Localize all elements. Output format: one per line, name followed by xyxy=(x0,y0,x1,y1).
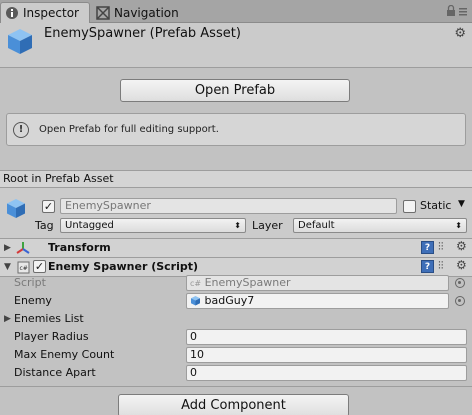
max-enemy-count-label: Max Enemy Count xyxy=(14,348,115,361)
help-book-icon[interactable]: ? xyxy=(421,260,434,273)
script-label: Script xyxy=(14,276,46,289)
max-enemy-count-field[interactable]: 10 xyxy=(186,347,467,363)
info-icon: ! xyxy=(13,121,29,138)
enemy-value: badGuy7 xyxy=(204,294,255,307)
layer-value: Default xyxy=(298,220,335,231)
static-checkbox[interactable] xyxy=(403,200,416,213)
chevron-down-icon: ⬍ xyxy=(455,221,462,230)
preset-sliders-icon[interactable]: ⫶⫶ xyxy=(438,259,444,273)
tag-dropdown[interactable]: Untagged ⬍ xyxy=(60,218,246,233)
enemy-field[interactable]: badGuy7 xyxy=(186,293,449,309)
help-book-icon[interactable]: ? xyxy=(421,241,434,254)
root-label: Root in Prefab Asset xyxy=(0,170,472,188)
gameobject-cube-icon xyxy=(5,197,27,219)
tab-navigation-label: Navigation xyxy=(114,5,179,20)
gameobject-name-field[interactable]: EnemySpawner xyxy=(60,198,397,214)
tab-inspector-label: Inspector xyxy=(23,6,79,20)
player-radius-field[interactable]: 0 xyxy=(186,329,467,345)
object-picker-icon[interactable] xyxy=(455,296,465,306)
player-radius-label: Player Radius xyxy=(14,330,89,343)
add-component-button[interactable]: Add Component xyxy=(118,394,349,415)
script-value: EnemySpawner xyxy=(204,276,291,289)
script-field: c# EnemySpawner xyxy=(186,275,449,291)
help-box: ! Open Prefab for full editing support. xyxy=(6,113,466,146)
object-picker-icon[interactable] xyxy=(455,278,465,288)
transform-title: Transform xyxy=(48,241,111,254)
foldout-collapsed-icon[interactable]: ▶ xyxy=(4,314,11,324)
static-dropdown-arrow-icon[interactable]: ▼ xyxy=(458,199,465,209)
active-checkbox[interactable]: ✓ xyxy=(42,200,55,213)
tag-label: Tag xyxy=(35,219,54,232)
script-file-icon: c# xyxy=(17,261,31,275)
layer-dropdown[interactable]: Default ⬍ xyxy=(293,218,467,233)
layer-label: Layer xyxy=(252,219,283,232)
enemies-list-label[interactable]: Enemies List xyxy=(14,312,84,325)
spawner-enabled-checkbox[interactable]: ✓ xyxy=(33,260,46,273)
tab-navigation[interactable]: Navigation xyxy=(92,2,182,23)
tag-value: Untagged xyxy=(65,220,114,231)
spawner-title: Enemy Spawner (Script) xyxy=(48,260,199,273)
navigation-icon xyxy=(96,5,110,20)
preset-sliders-icon[interactable]: ⫶⫶ xyxy=(438,240,444,254)
gear-icon[interactable]: ⚙ xyxy=(456,258,467,272)
page-title: EnemySpawner (Prefab Asset) xyxy=(44,26,241,41)
script-file-icon: c# xyxy=(190,279,202,288)
tab-inspector[interactable]: Inspector xyxy=(0,2,90,23)
foldout-collapsed-icon[interactable]: ▶ xyxy=(4,243,11,253)
chevron-down-icon: ⬍ xyxy=(234,221,241,230)
prefab-cube-icon xyxy=(6,27,34,55)
prefab-cube-icon xyxy=(190,295,201,310)
divider xyxy=(0,386,472,387)
gear-icon[interactable]: ⚙ xyxy=(456,239,467,253)
help-text: Open Prefab for full editing support. xyxy=(39,124,219,135)
inspector-icon xyxy=(5,6,19,20)
distance-apart-field[interactable]: 0 xyxy=(186,365,467,381)
foldout-expanded-icon[interactable]: ▼ xyxy=(4,262,11,272)
static-label: Static xyxy=(420,199,452,212)
svg-text:c#: c# xyxy=(20,265,28,272)
lock-icon[interactable] xyxy=(446,4,468,20)
gear-icon[interactable]: ⚙ xyxy=(454,26,466,41)
distance-apart-label: Distance Apart xyxy=(14,366,96,379)
open-prefab-button[interactable]: Open Prefab xyxy=(120,79,350,102)
transform-axes-icon xyxy=(16,241,30,255)
enemy-label: Enemy xyxy=(14,294,52,307)
